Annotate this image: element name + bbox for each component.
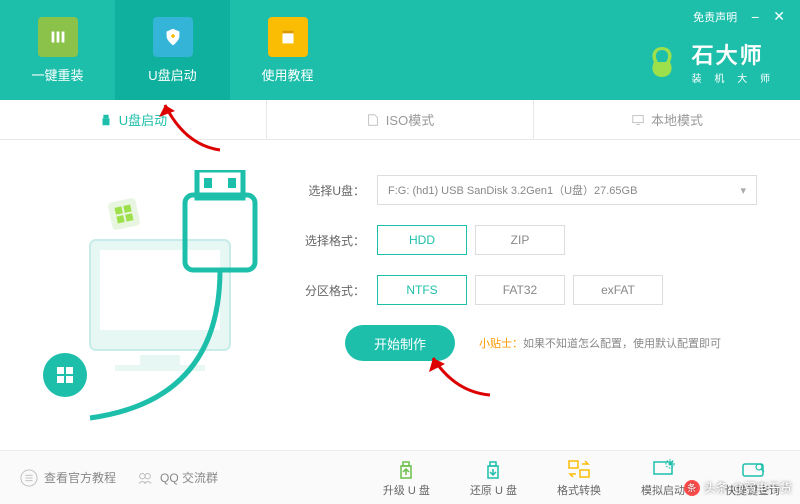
- people-icon: [136, 469, 154, 487]
- nav-tab-usb-boot[interactable]: U盘启动: [115, 0, 230, 100]
- usb-illustration-icon: [40, 170, 270, 430]
- sub-tab-label: ISO模式: [386, 110, 434, 129]
- watermark-source: 头条: [704, 479, 728, 496]
- format-zip-option[interactable]: ZIP: [475, 225, 565, 255]
- usb-select[interactable]: F:G: (hd1) USB SanDisk 3.2Gen1（U盘）27.65G…: [377, 175, 757, 205]
- form-area: 选择U盘： F:G: (hd1) USB SanDisk 3.2Gen1（U盘）…: [295, 140, 800, 450]
- sub-tab-local[interactable]: 本地模式: [534, 100, 800, 139]
- chevron-down-icon: ▾: [740, 184, 746, 197]
- convert-icon: [566, 458, 592, 480]
- watermark: 条 头条 @弱电干货: [684, 479, 792, 496]
- annotation-arrow-icon: [155, 95, 225, 155]
- action-label: 格式转换: [557, 482, 601, 498]
- app-header: 一键重装 U盘启动 使用教程 免责声明 − ✕ 石大师 装 机 大 师: [0, 0, 800, 100]
- nav-tabs: 一键重装 U盘启动 使用教程: [0, 0, 345, 100]
- simulate-boot-action[interactable]: 模拟启动: [641, 458, 685, 498]
- restore-icon: [480, 458, 506, 480]
- nav-label: 使用教程: [261, 65, 313, 84]
- nav-tab-tutorial[interactable]: 使用教程: [230, 0, 345, 100]
- partition-exfat-option[interactable]: exFAT: [573, 275, 663, 305]
- brand-subtitle: 装 机 大 师: [692, 70, 775, 85]
- sub-tabs: U盘启动 ISO模式 本地模式: [0, 100, 800, 140]
- nav-label: U盘启动: [148, 65, 196, 84]
- nav-tab-reinstall[interactable]: 一键重装: [0, 0, 115, 100]
- annotation-arrow-icon: [425, 350, 495, 400]
- brand-logo-icon: [642, 42, 682, 82]
- restore-usb-action[interactable]: 还原 U 盘: [470, 458, 517, 498]
- usb-select-value: F:G: (hd1) USB SanDisk 3.2Gen1（U盘）27.65G…: [388, 182, 637, 198]
- format-convert-action[interactable]: 格式转换: [557, 458, 601, 498]
- brand: 石大师 装 机 大 师: [642, 38, 775, 85]
- monitor-icon: [631, 113, 645, 127]
- file-icon: [366, 113, 380, 127]
- qq-link-label: QQ 交流群: [160, 469, 218, 486]
- partition-ntfs-option[interactable]: NTFS: [377, 275, 467, 305]
- watermark-logo-icon: 条: [684, 480, 700, 496]
- usb-shield-icon: [153, 17, 193, 57]
- format-label: 选择格式：: [295, 232, 365, 249]
- action-label: 升级 U 盘: [383, 482, 430, 498]
- tip-text: 小贴士：如果不知道怎么配置，使用默认配置即可: [479, 335, 721, 351]
- sub-tab-usb[interactable]: U盘启动: [0, 100, 267, 139]
- minimize-button[interactable]: −: [751, 9, 759, 25]
- tutorial-link[interactable]: 查看官方教程: [20, 469, 116, 487]
- qq-group-link[interactable]: QQ 交流群: [136, 469, 218, 487]
- usb-icon: [99, 113, 113, 127]
- action-label: 模拟启动: [641, 482, 685, 498]
- brand-name: 石大师: [692, 38, 775, 70]
- book-icon: [268, 17, 308, 57]
- bars-icon: [38, 17, 78, 57]
- keyboard-icon: [740, 458, 766, 480]
- window-controls: 免责声明 − ✕: [693, 8, 785, 25]
- watermark-author: @弱电干货: [732, 479, 792, 496]
- tip-label: 小贴士：: [479, 338, 523, 350]
- close-button[interactable]: ✕: [773, 8, 785, 25]
- sub-tab-label: 本地模式: [651, 110, 703, 129]
- format-hdd-option[interactable]: HDD: [377, 225, 467, 255]
- upgrade-icon: [393, 458, 419, 480]
- select-usb-label: 选择U盘：: [295, 182, 365, 199]
- partition-label: 分区格式：: [295, 282, 365, 299]
- illustration-panel: [0, 140, 295, 450]
- footer: 查看官方教程 QQ 交流群 升级 U 盘 还原 U 盘 格式转换 模拟启动 快捷…: [0, 450, 800, 504]
- upgrade-usb-action[interactable]: 升级 U 盘: [383, 458, 430, 498]
- list-icon: [20, 469, 38, 487]
- nav-label: 一键重装: [31, 65, 83, 84]
- simulate-icon: [650, 458, 676, 480]
- action-label: 还原 U 盘: [470, 482, 517, 498]
- disclaimer-link[interactable]: 免责声明: [693, 9, 737, 25]
- sub-tab-iso[interactable]: ISO模式: [267, 100, 534, 139]
- tip-body: 如果不知道怎么配置，使用默认配置即可: [523, 338, 721, 350]
- main-content: 选择U盘： F:G: (hd1) USB SanDisk 3.2Gen1（U盘）…: [0, 140, 800, 450]
- tutorial-link-label: 查看官方教程: [44, 469, 116, 486]
- partition-fat32-option[interactable]: FAT32: [475, 275, 565, 305]
